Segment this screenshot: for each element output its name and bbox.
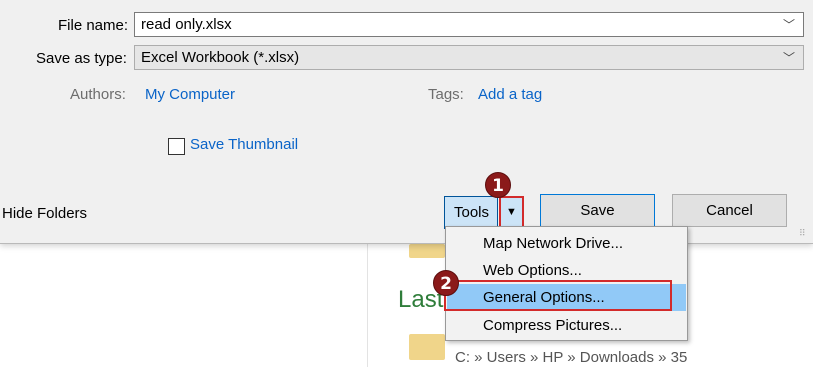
step-2-badge: 2	[433, 270, 459, 296]
tools-button[interactable]: Tools	[444, 196, 498, 229]
authors-label: Authors:	[70, 86, 126, 103]
save-as-type-label: Save as type:	[36, 50, 127, 67]
tags-label: Tags:	[428, 86, 464, 103]
menu-item-compress-pictures[interactable]: Compress Pictures...	[447, 312, 686, 339]
resize-grip-icon[interactable]: ⠿	[799, 228, 809, 238]
save-as-type-value: Excel Workbook (*.xlsx)	[141, 49, 300, 66]
background-divider	[367, 244, 368, 367]
step-1-badge: 1	[485, 172, 511, 198]
general-options-highlight	[444, 280, 672, 311]
menu-item-map-network-drive[interactable]: Map Network Drive...	[447, 230, 686, 257]
save-as-type-select[interactable]: Excel Workbook (*.xlsx) ﹀	[134, 45, 804, 70]
authors-link[interactable]: My Computer	[145, 86, 235, 103]
hide-folders-button[interactable]: Hide Folders	[2, 205, 87, 222]
recent-item-path: C: » Users » HP » Downloads » 35	[455, 349, 688, 366]
save-thumbnail-checkbox[interactable]	[168, 138, 185, 155]
cancel-button[interactable]: Cancel	[672, 194, 787, 227]
tags-link[interactable]: Add a tag	[478, 86, 542, 103]
file-name-label: File name:	[58, 17, 129, 34]
chevron-down-icon[interactable]: ﹀	[783, 49, 795, 66]
file-name-value: read only.xlsx	[141, 16, 232, 33]
folder-icon	[409, 244, 445, 258]
file-name-input[interactable]: read only.xlsx ﹀	[134, 12, 804, 37]
chevron-down-icon[interactable]: ﹀	[783, 16, 795, 33]
save-thumbnail-label[interactable]: Save Thumbnail	[190, 136, 298, 153]
save-button[interactable]: Save	[540, 194, 655, 227]
tools-dropdown-arrow-icon[interactable]: ▼	[499, 196, 524, 229]
folder-icon	[409, 334, 445, 360]
save-as-dialog: File name: read only.xlsx ﹀ Save as type…	[0, 0, 813, 244]
